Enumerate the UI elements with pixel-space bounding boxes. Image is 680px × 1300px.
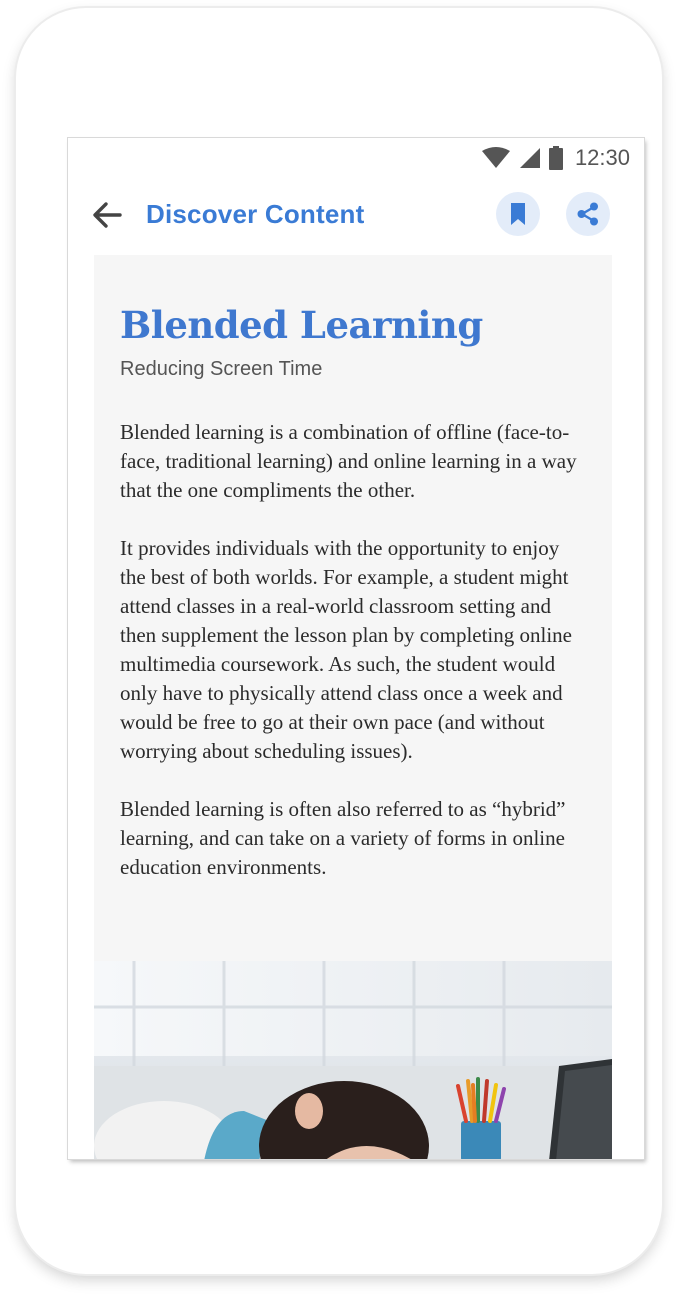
bookmark-button[interactable] — [496, 192, 540, 236]
app-bar: Discover Content — [68, 186, 644, 244]
phone-frame: 12:30 Discover Content Blended Learning … — [16, 8, 662, 1274]
share-button[interactable] — [566, 192, 610, 236]
article-body: Blended learning is a combination of off… — [120, 418, 590, 911]
article-title: Blended Learning — [120, 303, 483, 347]
article-subtitle: Reducing Screen Time — [120, 358, 323, 380]
article-card[interactable]: Blended Learning Reducing Screen Time Bl… — [94, 255, 612, 1159]
back-button[interactable] — [90, 198, 124, 232]
article-photo — [94, 961, 612, 1159]
back-arrow-icon — [93, 202, 122, 228]
app-screen: 12:30 Discover Content Blended Learning … — [68, 138, 644, 1159]
article-paragraph: Blended learning is often also referred … — [120, 797, 566, 879]
wifi-icon — [481, 147, 511, 169]
status-bar: 12:30 — [481, 143, 630, 173]
bookmark-icon — [511, 203, 525, 225]
share-icon — [577, 202, 598, 226]
page-title: Discover Content — [146, 199, 365, 229]
cellular-signal-icon — [519, 147, 541, 169]
article-paragraph: Blended learning is a combination of off… — [120, 420, 577, 502]
article-paragraph: It provides individuals with the opportu… — [120, 536, 573, 763]
status-time: 12:30 — [574, 145, 630, 170]
battery-icon — [548, 146, 563, 170]
